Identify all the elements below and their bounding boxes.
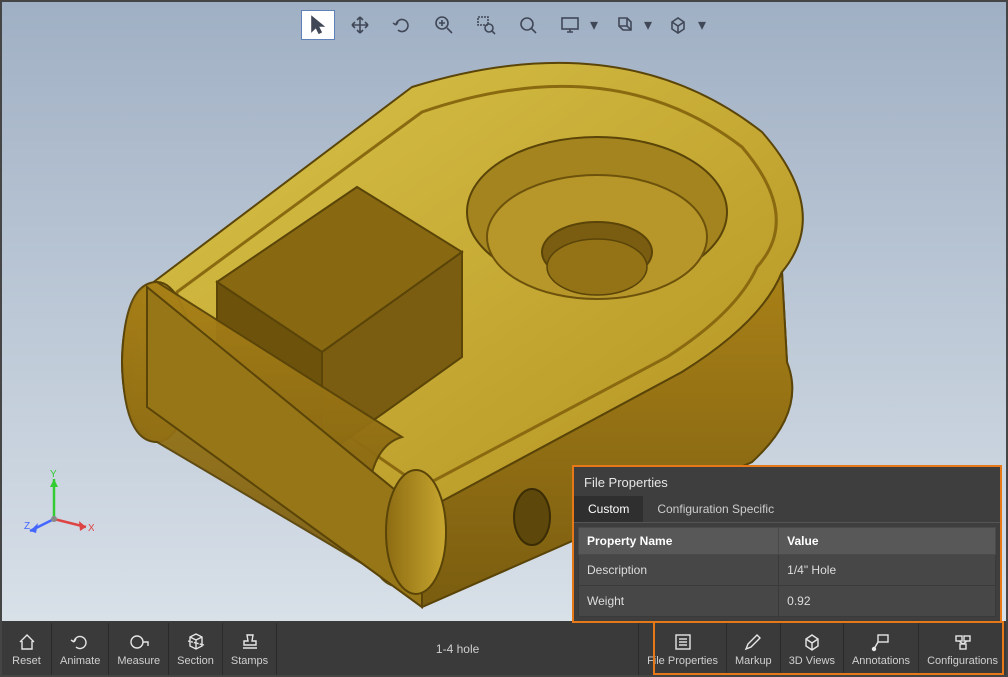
pan-tool[interactable] — [343, 10, 377, 40]
markup-button[interactable]: Markup — [727, 623, 781, 675]
zoom-in-icon — [433, 14, 455, 36]
view-cube-tool[interactable] — [661, 10, 695, 40]
annotations-button[interactable]: Annotations — [844, 623, 919, 675]
cube-stack-icon — [613, 14, 635, 36]
measure-button[interactable]: Measure — [109, 623, 169, 675]
panel-tabs: Custom Configuration Specific — [574, 496, 1000, 523]
file-properties-panel: File Properties Custom Configuration Spe… — [572, 465, 1002, 623]
stamps-button[interactable]: Stamps — [223, 623, 277, 675]
tab-configuration-specific[interactable]: Configuration Specific — [643, 496, 788, 522]
zoom-fit-icon — [517, 14, 539, 36]
file-properties-button[interactable]: File Properties — [639, 623, 727, 675]
panel-title: File Properties — [574, 467, 1000, 496]
list-icon — [672, 631, 694, 653]
view-cube-dropdown[interactable]: ▾ — [697, 10, 707, 40]
rotate-icon — [391, 14, 413, 36]
zoom-window-icon — [475, 14, 497, 36]
file-properties-label: File Properties — [647, 655, 718, 667]
zoom-in-tool[interactable] — [427, 10, 461, 40]
axis-z-label: Z — [24, 521, 30, 532]
select-tool[interactable] — [301, 10, 335, 40]
prop-value-cell: 1/4" Hole — [779, 555, 996, 586]
pencil-icon — [742, 631, 764, 653]
table-row: Weight 0.92 — [579, 586, 996, 617]
projection-tool[interactable] — [553, 10, 587, 40]
zoom-area-tool[interactable] — [469, 10, 503, 40]
coordinate-triad[interactable]: X Y Z — [24, 469, 94, 539]
view-toolbar: ▾ ▾ ▾ — [299, 8, 709, 42]
configurations-label: Configurations — [927, 655, 998, 667]
cursor-icon — [308, 15, 328, 35]
animate-label: Animate — [60, 655, 100, 667]
home-icon — [16, 631, 38, 653]
table-row: Description 1/4" Hole — [579, 555, 996, 586]
tape-icon — [128, 631, 150, 653]
configurations-button[interactable]: Configurations — [919, 623, 1006, 675]
zoom-fit-tool[interactable] — [511, 10, 545, 40]
col-value: Value — [779, 528, 996, 555]
projection-dropdown[interactable]: ▾ — [589, 10, 599, 40]
reset-button[interactable]: Reset — [2, 623, 52, 675]
col-property-name: Property Name — [579, 528, 779, 555]
animate-button[interactable]: Animate — [52, 623, 109, 675]
axis-y-label: Y — [50, 469, 57, 480]
cube-views-icon — [801, 631, 823, 653]
annotations-label: Annotations — [852, 655, 910, 667]
section-icon — [185, 631, 207, 653]
orientation-dropdown[interactable]: ▾ — [643, 10, 653, 40]
measure-label: Measure — [117, 655, 160, 667]
markup-label: Markup — [735, 655, 772, 667]
section-label: Section — [177, 655, 214, 667]
prop-name-cell: Description — [579, 555, 779, 586]
reset-label: Reset — [12, 655, 41, 667]
section-button[interactable]: Section — [169, 623, 223, 675]
stamp-icon — [239, 631, 261, 653]
refresh-icon — [69, 631, 91, 653]
bottom-toolbar: Reset Animate Measure Section Stamps 1-4… — [2, 623, 1006, 675]
status-text: 1-4 hole — [277, 623, 639, 675]
annotation-icon — [870, 631, 892, 653]
config-icon — [952, 631, 974, 653]
orientation-tool[interactable] — [607, 10, 641, 40]
stamps-label: Stamps — [231, 655, 268, 667]
3d-views-label: 3D Views — [789, 655, 835, 667]
prop-value-cell: 0.92 — [779, 586, 996, 617]
pan-icon — [349, 14, 371, 36]
properties-table: Property Name Value Description 1/4" Hol… — [578, 527, 996, 617]
3d-views-button[interactable]: 3D Views — [781, 623, 844, 675]
cube-icon — [667, 14, 689, 36]
tab-custom[interactable]: Custom — [574, 496, 643, 522]
monitor-icon — [559, 14, 581, 36]
axis-x-label: X — [88, 523, 94, 534]
prop-name-cell: Weight — [579, 586, 779, 617]
rotate-tool[interactable] — [385, 10, 419, 40]
